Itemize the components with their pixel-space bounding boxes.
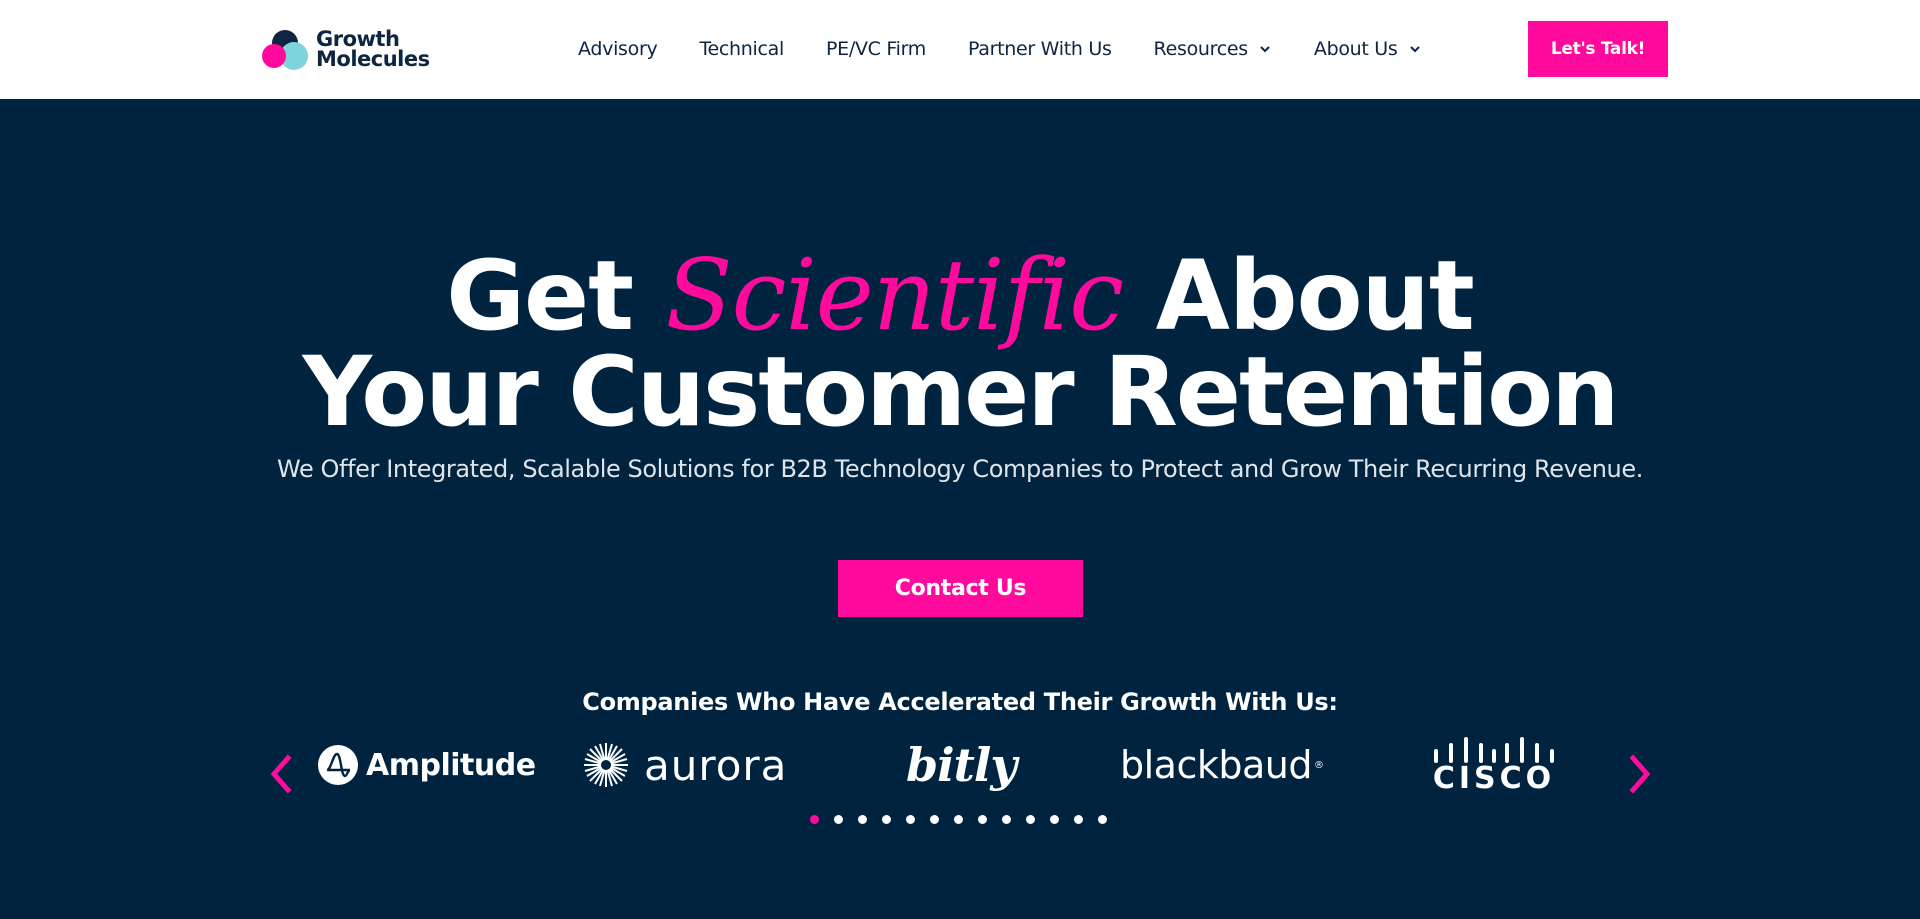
- chevron-left-icon[interactable]: [266, 752, 296, 796]
- nav-item-label: Technical: [699, 38, 784, 60]
- site-header: Growth Molecules Advisory Technical PE/V…: [0, 0, 1920, 99]
- blackbaud-wordmark: blackbaud: [1120, 743, 1312, 787]
- carousel-dot[interactable]: [834, 815, 843, 824]
- companies-heading: Companies Who Have Accelerated Their Gro…: [582, 688, 1338, 716]
- nav-item-label: About Us: [1313, 38, 1398, 60]
- nav-item-label: Partner With Us: [967, 38, 1112, 60]
- carousel-dot[interactable]: [882, 815, 891, 824]
- nav-item-label: PE/VC Firm: [825, 38, 926, 60]
- hero-headline-line2: Your Customer Retention: [302, 336, 1620, 448]
- carousel-dot[interactable]: [1098, 815, 1107, 824]
- logo-line-growth: Growth: [316, 27, 400, 51]
- main-nav: Advisory Technical PE/VC Firm Partner Wi…: [578, 36, 1464, 62]
- logo-wordmark: Growth Molecules: [316, 27, 430, 71]
- hero-subtitle: We Offer Integrated, Scalable Solutions …: [277, 455, 1643, 483]
- carousel-dot[interactable]: [954, 815, 963, 824]
- carousel-dot[interactable]: [1026, 815, 1035, 824]
- carousel-dot[interactable]: [1050, 815, 1059, 824]
- contact-us-button[interactable]: Contact Us: [838, 560, 1083, 617]
- carousel-dot[interactable]: [978, 815, 987, 824]
- nav-item-technical[interactable]: Technical: [699, 38, 784, 60]
- nav-item-partner-with-us[interactable]: Partner With Us: [968, 38, 1112, 60]
- bitly-wordmark: bitly: [906, 738, 1017, 792]
- carousel-dot[interactable]: [1002, 815, 1011, 824]
- bitly-logo: bitly: [906, 730, 1017, 800]
- carousel-dot[interactable]: [1074, 815, 1083, 824]
- cisco-logo: CISCO: [1432, 730, 1556, 800]
- growth-molecules-logo[interactable]: Growth Molecules: [260, 26, 440, 72]
- amplitude-wordmark: Amplitude: [366, 747, 536, 783]
- amplitude-logo: Amplitude: [318, 730, 536, 800]
- carousel-dot[interactable]: [930, 815, 939, 824]
- chevron-right-icon[interactable]: [1625, 752, 1655, 796]
- blackbaud-logo: blackbaud ®: [1120, 730, 1324, 800]
- sunburst-icon: [584, 743, 628, 787]
- registered-mark-icon: ®: [1313, 759, 1324, 771]
- chevron-down-icon: [1260, 46, 1270, 53]
- client-logo-carousel: Amplitude aurora bitly blackbaud ® CISCO: [310, 730, 1610, 800]
- lets-talk-button[interactable]: Let's Talk!: [1528, 21, 1668, 77]
- carousel-dot[interactable]: [810, 815, 819, 824]
- nav-item-about-us[interactable]: About Us: [1314, 38, 1422, 60]
- nav-item-label: Resources: [1153, 38, 1249, 60]
- nav-item-resources[interactable]: Resources: [1154, 38, 1272, 60]
- carousel-pagination: [810, 815, 1122, 827]
- logo-line-molecules: Molecules: [316, 47, 430, 71]
- nav-item-pe-vc-firm[interactable]: PE/VC Firm: [826, 38, 926, 60]
- cisco-wordmark: CISCO: [1432, 761, 1556, 796]
- carousel-dot[interactable]: [906, 815, 915, 824]
- carousel-dot[interactable]: [858, 815, 867, 824]
- nav-item-label: Advisory: [578, 38, 658, 60]
- molecule-logo-icon: [260, 26, 312, 72]
- amplitude-icon: [318, 745, 358, 785]
- chevron-down-icon: [1409, 46, 1420, 53]
- aurora-logo: aurora: [582, 730, 787, 800]
- nav-item-advisory[interactable]: Advisory: [578, 38, 658, 60]
- aurora-wordmark: aurora: [644, 740, 788, 790]
